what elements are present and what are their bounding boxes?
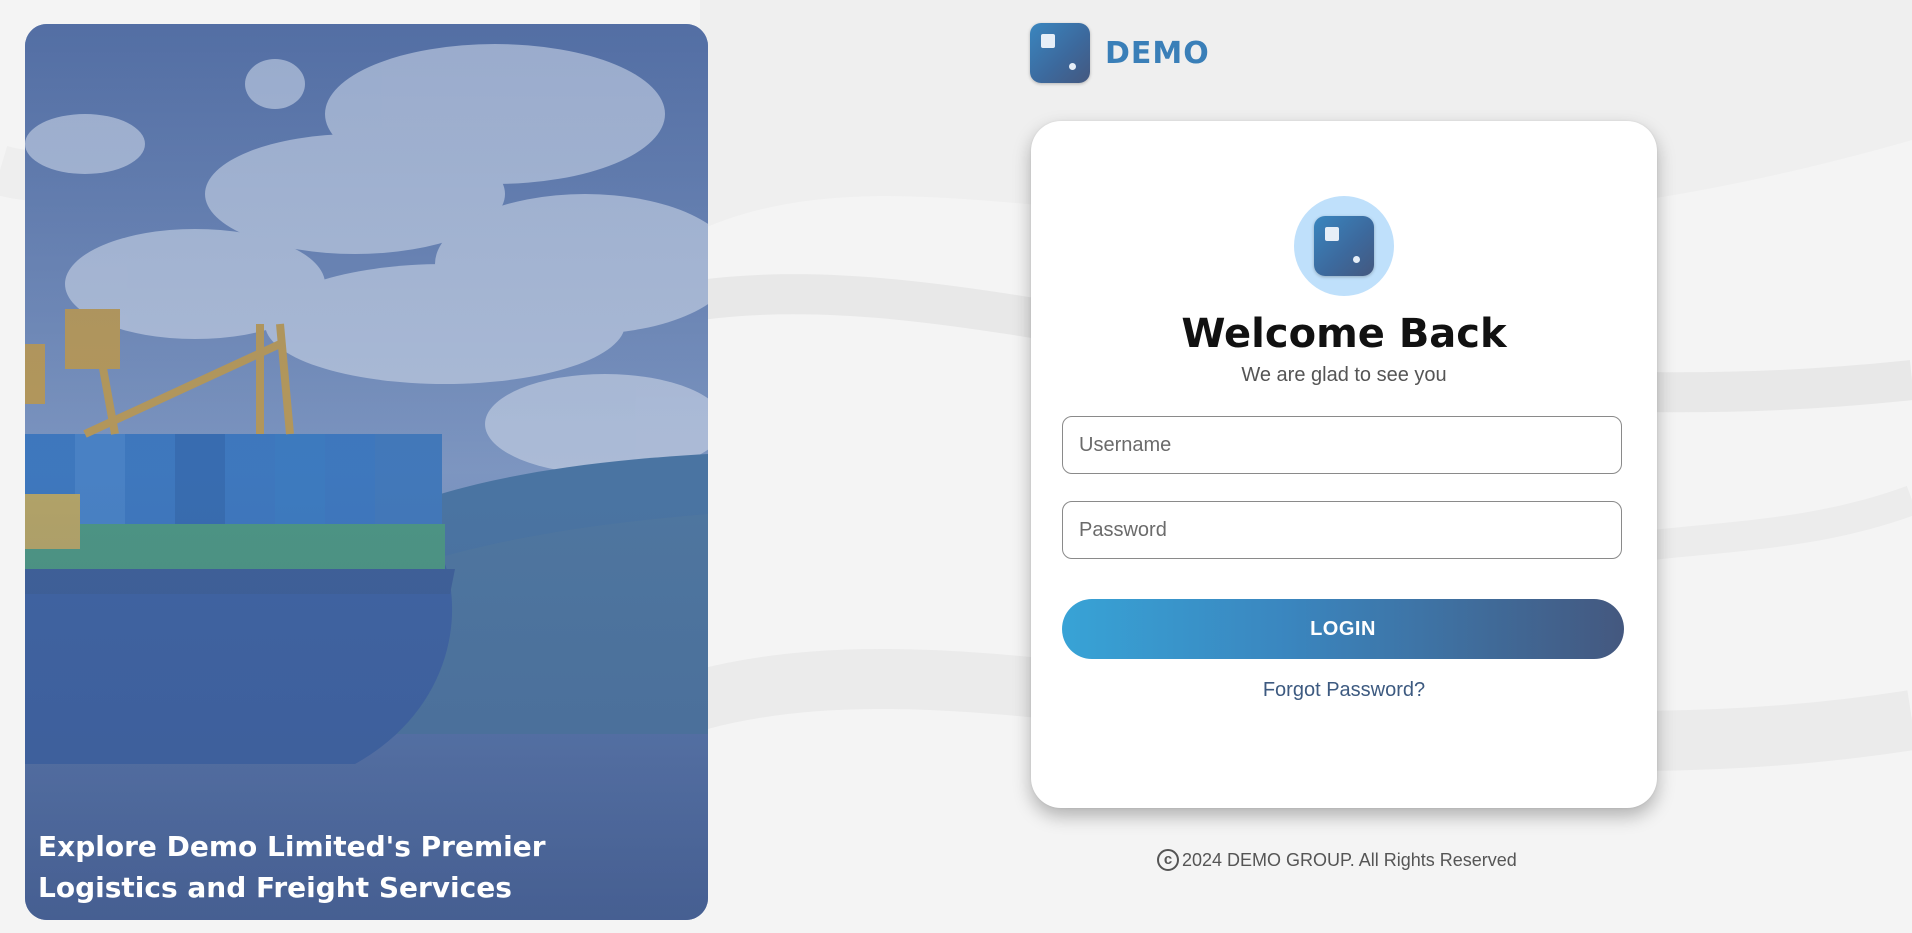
- square-dot-logo-icon: [1314, 216, 1374, 276]
- login-card: Welcome Back We are glad to see you LOGI…: [1031, 121, 1657, 808]
- forgot-password-link[interactable]: Forgot Password?: [1031, 679, 1657, 702]
- hero-overlay: [25, 24, 708, 920]
- footer-text: 2024 DEMO GROUP. All Rights Reserved: [1182, 849, 1517, 870]
- hero-caption: Explore Demo Limited's Premier Logistics…: [38, 830, 546, 904]
- login-button[interactable]: LOGIN: [1062, 599, 1624, 659]
- password-input[interactable]: [1062, 501, 1622, 559]
- footer: c 2024 DEMO GROUP. All Rights Reserved: [1157, 849, 1517, 871]
- welcome-subtitle: We are glad to see you: [1241, 364, 1447, 386]
- copyright-icon: c: [1157, 849, 1179, 871]
- brand-name: DEMO: [1105, 35, 1210, 71]
- hero-image: Explore Demo Limited's Premier Logistics…: [25, 24, 708, 920]
- login-avatar: [1294, 196, 1394, 296]
- welcome-title: Welcome Back: [1181, 311, 1507, 357]
- brand-header[interactable]: DEMO: [1030, 23, 1210, 83]
- username-input[interactable]: [1062, 416, 1622, 474]
- square-dot-logo-icon: [1030, 23, 1090, 83]
